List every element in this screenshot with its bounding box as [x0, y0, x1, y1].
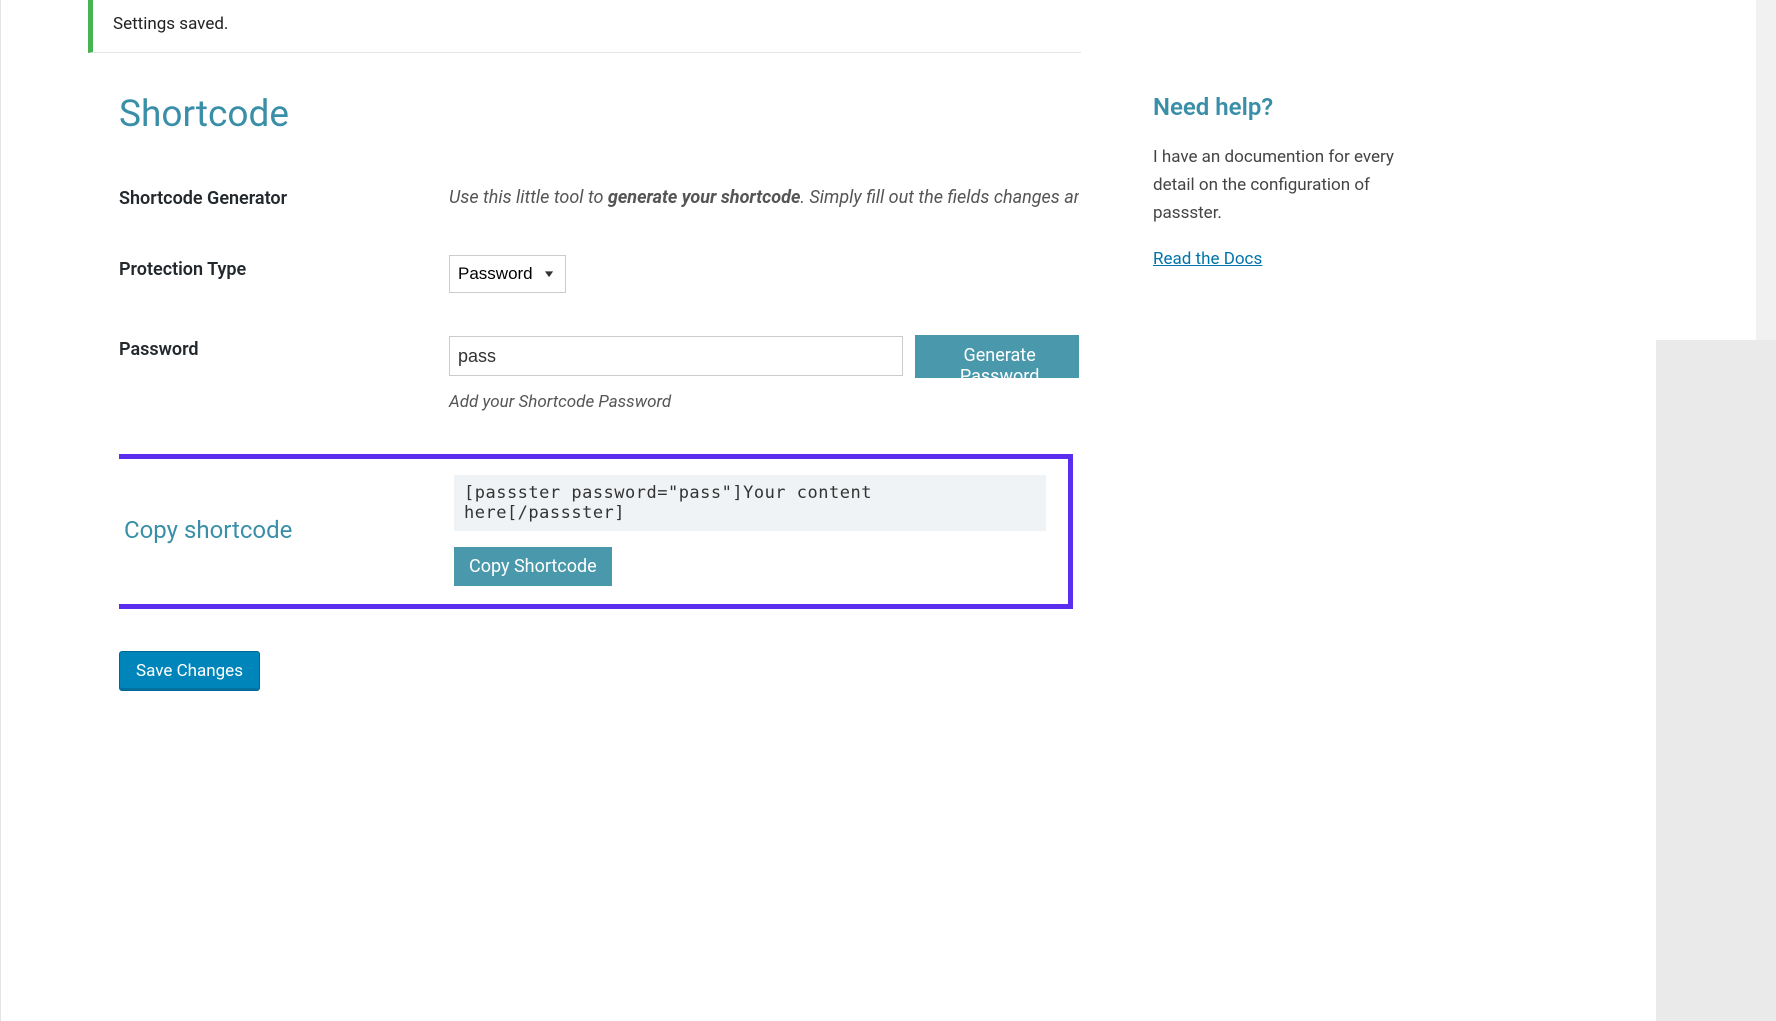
shortcode-generator-label: Shortcode Generator	[119, 184, 449, 209]
shortcode-output: [passster password="pass"]Your content h…	[454, 475, 1046, 531]
help-description: I have an documention for every detail o…	[1153, 143, 1413, 227]
help-title: Need help?	[1153, 93, 1413, 121]
read-docs-link[interactable]: Read the Docs	[1153, 249, 1262, 269]
copy-shortcode-button[interactable]: Copy Shortcode	[454, 547, 612, 586]
password-label: Password	[119, 335, 449, 360]
password-helper-text: Add your Shortcode Password	[449, 392, 1079, 412]
notice-message: Settings saved.	[113, 14, 228, 34]
copy-shortcode-label: Copy shortcode	[124, 516, 454, 544]
page-title: Shortcode	[119, 93, 1079, 136]
settings-saved-notice: Settings saved.	[88, 0, 1081, 53]
save-changes-button[interactable]: Save Changes	[119, 651, 260, 691]
password-input[interactable]	[449, 336, 903, 376]
copy-shortcode-section: Copy shortcode [passster password="pass"…	[119, 454, 1073, 609]
generator-description: Use this little tool to generate your sh…	[449, 184, 1079, 213]
protection-type-label: Protection Type	[119, 255, 449, 280]
generate-password-button[interactable]: Generate Password	[915, 335, 1079, 378]
right-gutter	[1656, 340, 1776, 1021]
protection-type-select[interactable]: Password	[449, 255, 566, 293]
